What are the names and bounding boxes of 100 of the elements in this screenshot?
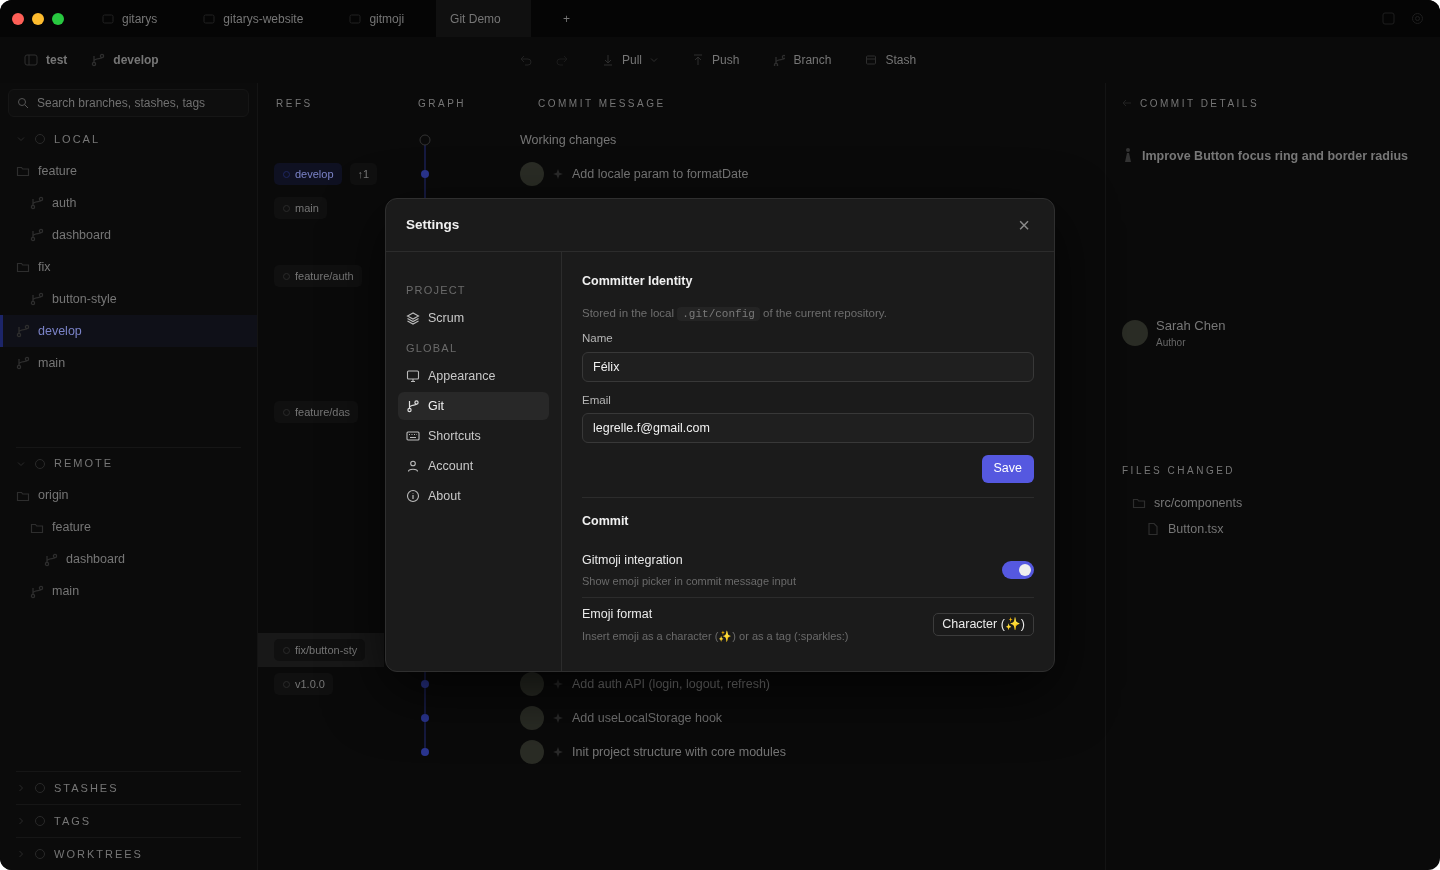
section-header[interactable]: REMOTE — [0, 447, 257, 480]
ref-label[interactable]: feature/das — [274, 401, 359, 423]
avatar — [520, 740, 544, 764]
settings-nav-item[interactable]: Scrum — [398, 304, 549, 332]
branch-item[interactable]: feature — [0, 511, 257, 544]
refs-cell[interactable]: v1.0.0 — [258, 667, 384, 701]
commit-dot — [421, 680, 429, 688]
author-name: Sarah Chen — [1156, 316, 1226, 335]
branch-item[interactable]: feature — [0, 155, 257, 187]
column-header: COMMIT MESSAGE — [538, 97, 666, 109]
refs-cell[interactable]: develop ↑1 — [258, 157, 384, 191]
settings-nav-item[interactable]: Account — [398, 452, 549, 480]
branch-icon — [91, 53, 106, 67]
save-button[interactable]: Save — [981, 454, 1034, 483]
refs-cell[interactable]: feature/auth — [258, 259, 384, 293]
refs-cell[interactable]: fix/button-sty — [258, 633, 384, 667]
circle-icon — [34, 848, 46, 860]
ahead-count: ↑1 — [349, 163, 378, 185]
toolbar-button[interactable]: Push — [692, 51, 740, 69]
commit-message: Add useLocalStorage hook — [572, 709, 723, 727]
commit-message: Add locale param to formatDate — [572, 165, 749, 183]
folder-icon — [1132, 496, 1146, 511]
text-field[interactable]: legrelle.f@gmail.com — [582, 412, 1034, 443]
file-icon — [1146, 522, 1160, 537]
back-arrow-icon[interactable] — [1122, 98, 1132, 108]
toggle-switch[interactable] — [1002, 561, 1034, 580]
branch-icon — [30, 584, 44, 599]
section-title: FILES CHANGED — [1122, 463, 1236, 478]
search-field[interactable]: Search branches, stashes, tags — [8, 89, 249, 117]
ref-label[interactable]: v1.0.0 — [274, 673, 333, 695]
commit-dot — [421, 748, 429, 756]
commit-message: Working changes — [520, 131, 617, 149]
commit-dot — [421, 170, 429, 178]
branch-item[interactable]: origin — [0, 479, 257, 512]
branch-name[interactable]: develop — [113, 51, 159, 69]
close-button[interactable]: × — [1014, 215, 1034, 235]
app-tab[interactable]: gitarys-website — [189, 0, 318, 37]
box-icon — [865, 54, 878, 66]
branch-item[interactable]: develop — [0, 315, 257, 347]
minimize-window-button[interactable] — [32, 12, 44, 25]
app-tab[interactable]: gitarys — [88, 0, 172, 37]
search-icon — [17, 97, 29, 109]
refs-cell[interactable]: feature/das — [258, 395, 384, 429]
section-title: Commit — [582, 512, 630, 530]
section-header[interactable]: STASHES — [0, 772, 257, 804]
settings-nav-item[interactable]: Git — [398, 392, 549, 420]
commit-message: Add auth API (login, logout, refresh) — [572, 675, 771, 693]
figure-icon — [1122, 147, 1134, 163]
branch-item[interactable]: dashboard — [0, 543, 257, 576]
new-tab-button[interactable]: + — [549, 0, 585, 37]
author-label: Author — [1156, 336, 1187, 351]
select-button[interactable]: Character (✨) — [933, 612, 1034, 636]
branch-item[interactable]: main — [0, 575, 257, 608]
refs-cell[interactable]: main — [258, 191, 384, 225]
toolbar-button[interactable]: Pull — [602, 51, 658, 69]
info-icon — [406, 489, 420, 503]
section-header[interactable]: TAGS — [0, 805, 257, 837]
close-window-button[interactable] — [12, 12, 24, 25]
branch-icon — [44, 552, 58, 567]
app-tab[interactable]: gitmoji — [335, 0, 419, 37]
undo-icon[interactable] — [520, 54, 532, 66]
settings-nav-item[interactable]: About — [398, 482, 549, 510]
app-tab[interactable]: Git Demo — [436, 0, 532, 37]
avatar — [520, 162, 544, 186]
ref-label[interactable]: develop — [274, 163, 342, 185]
column-header: REFS — [276, 97, 313, 109]
settings-nav-item[interactable]: Appearance — [398, 362, 549, 390]
settings-nav-item[interactable]: Shortcuts — [398, 422, 549, 450]
branch-icon — [406, 399, 420, 413]
branch-icon — [30, 196, 44, 210]
section-header[interactable]: WORKTREES — [0, 838, 257, 870]
text-field[interactable]: Félix — [582, 351, 1034, 382]
toolbar-button[interactable]: Branch — [773, 51, 832, 69]
sidebar-icon[interactable] — [24, 53, 38, 67]
section-header[interactable]: LOCAL — [0, 123, 257, 155]
upload-icon — [692, 54, 704, 66]
circle-icon — [34, 457, 46, 470]
settings-icon[interactable] — [1411, 12, 1424, 25]
download-icon — [602, 54, 614, 66]
zoom-window-button[interactable] — [52, 12, 64, 25]
nav-section-label: PROJECT — [406, 282, 466, 298]
commit-message: Init project structure with core modules — [572, 743, 786, 761]
file-tree-item[interactable]: Button.tsx — [1122, 516, 1424, 543]
branch-item[interactable]: auth — [0, 187, 257, 219]
ref-label[interactable]: fix/button-sty — [274, 639, 366, 661]
branch-item[interactable]: dashboard — [0, 219, 257, 251]
branch-icon — [16, 356, 30, 370]
branch-icon — [30, 292, 44, 306]
person-icon — [406, 459, 420, 473]
branch-item[interactable]: fix — [0, 251, 257, 283]
toolbar-button[interactable]: Stash — [865, 51, 917, 69]
ref-label[interactable]: main — [274, 197, 327, 219]
panel-title: COMMIT DETAILS — [1140, 96, 1260, 111]
branch-item[interactable]: button-style — [0, 283, 257, 315]
branch-icon — [16, 324, 30, 338]
ref-label[interactable]: feature/auth — [274, 265, 362, 287]
avatar — [520, 706, 544, 730]
repo-name[interactable]: test — [46, 51, 68, 69]
file-tree-item[interactable]: src/components — [1122, 490, 1424, 517]
branch-item[interactable]: main — [0, 347, 257, 379]
